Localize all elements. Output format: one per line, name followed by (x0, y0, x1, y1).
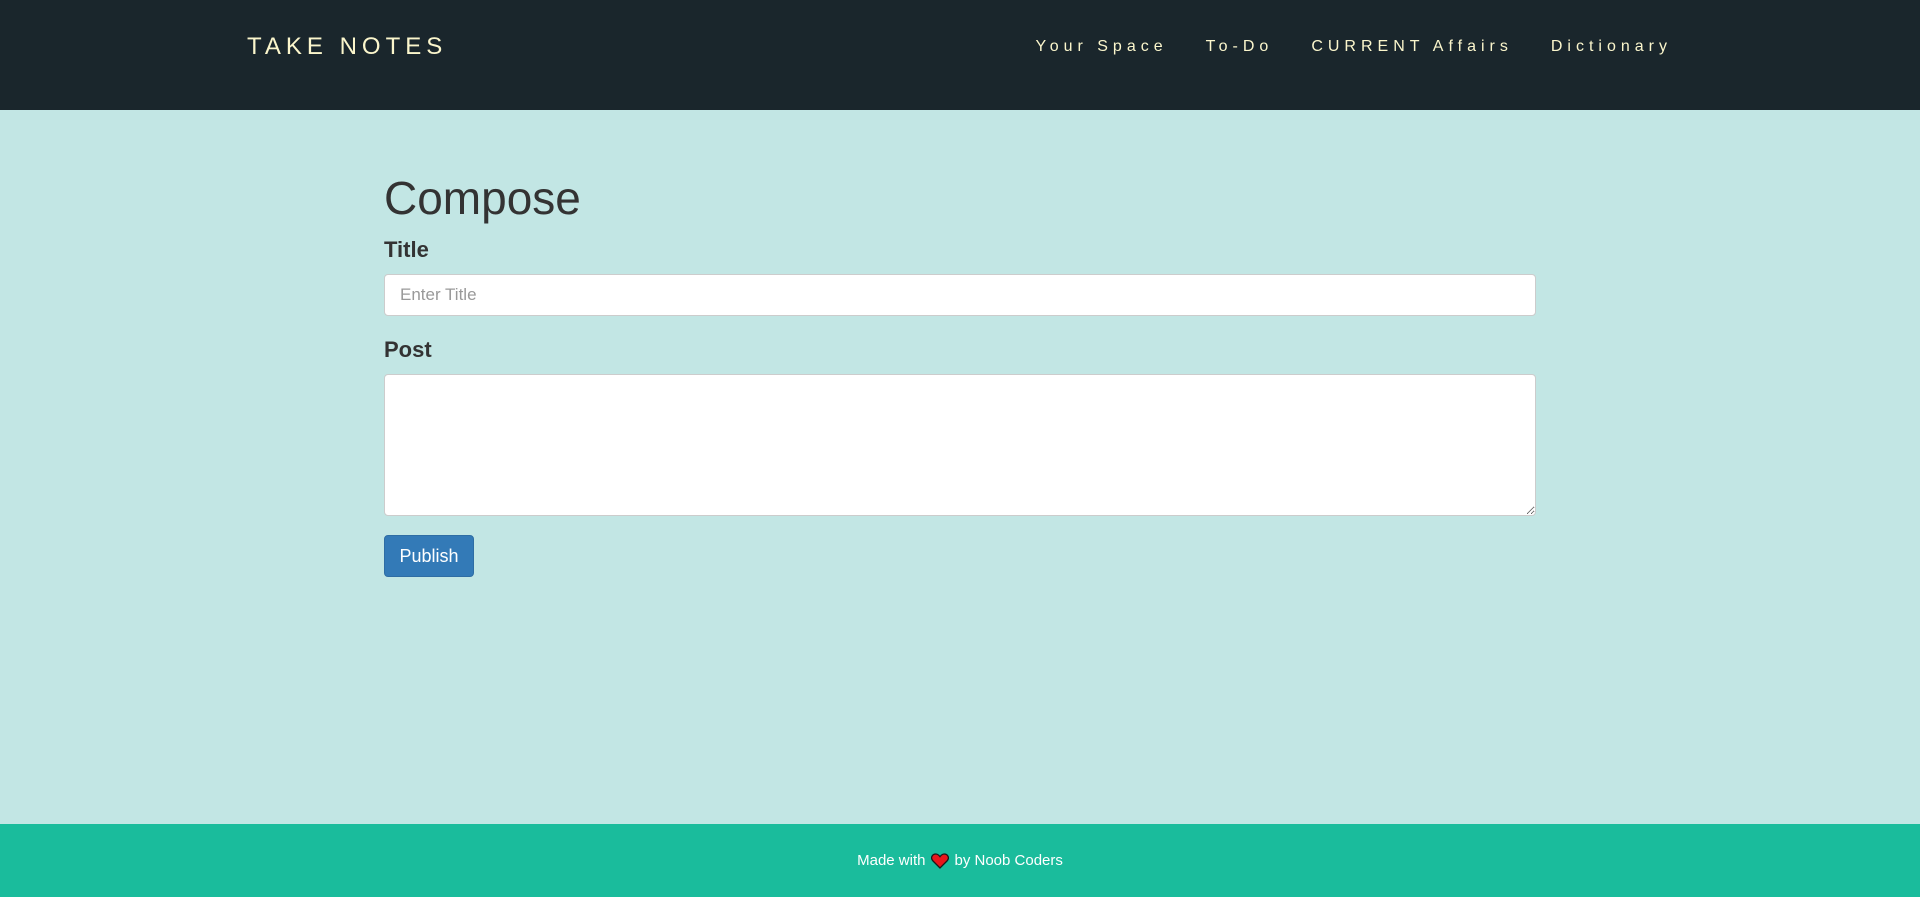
page-title: Compose (384, 172, 581, 224)
nav-links: Your Space To-Do CURRENT Affairs Diction… (997, 36, 1672, 58)
title-input[interactable] (384, 274, 1536, 316)
footer-prefix: Made with (857, 852, 926, 869)
heart-icon (931, 852, 950, 869)
navbar: TAKE NOTES Your Space To-Do CURRENT Affa… (0, 0, 1920, 110)
nav-link-dictionary[interactable]: Dictionary (1551, 36, 1672, 58)
brand-logo[interactable]: TAKE NOTES (247, 30, 447, 64)
post-label: Post (384, 337, 432, 362)
nav-link-to-do[interactable]: To-Do (1206, 36, 1274, 58)
footer: Made with by Noob Coders (0, 824, 1920, 897)
footer-suffix: by Noob Coders (954, 852, 1063, 869)
post-textarea[interactable] (384, 374, 1536, 516)
title-label: Title (384, 237, 429, 262)
publish-button[interactable]: Publish (384, 535, 474, 577)
nav-link-your-space[interactable]: Your Space (1035, 36, 1167, 58)
nav-link-current-affairs[interactable]: CURRENT Affairs (1311, 36, 1513, 58)
